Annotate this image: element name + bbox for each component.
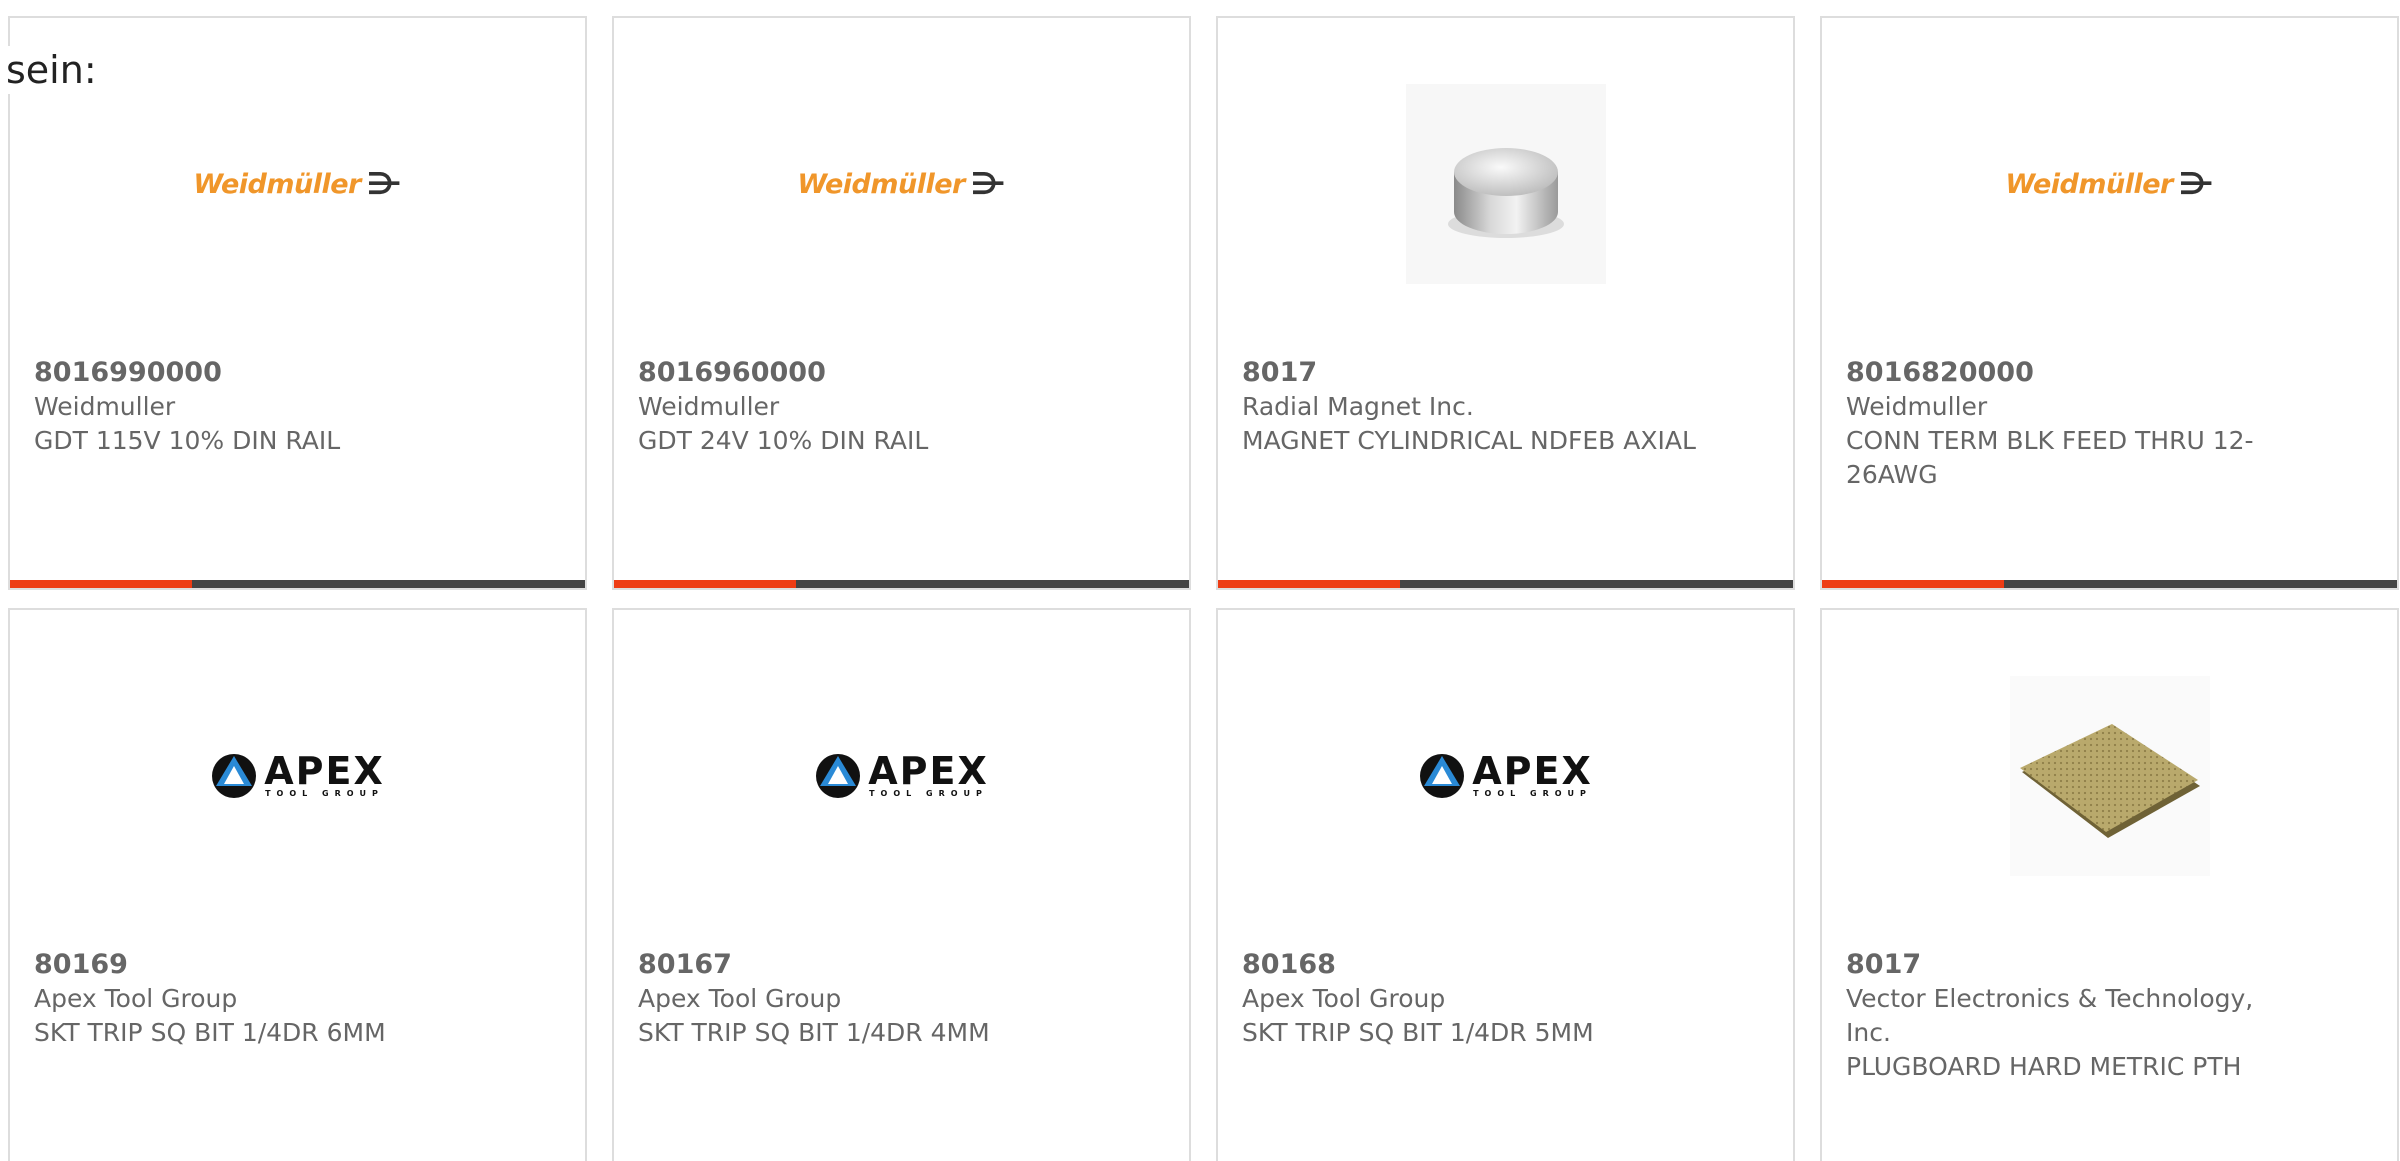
- intro-text: sein:: [6, 46, 101, 94]
- card-bar-accent: [10, 580, 192, 588]
- weidmuller-logo: Weidmüller ⋺: [2005, 167, 2213, 202]
- weidmuller-logo: Weidmüller ⋺: [193, 167, 401, 202]
- product-info: 80167 Apex Tool Group SKT TRIP SQ BIT 1/…: [638, 948, 1098, 1050]
- product-description: SKT TRIP SQ BIT 1/4DR 4MM: [638, 1018, 990, 1047]
- product-image[interactable]: [1405, 84, 1606, 284]
- product-info: 80169 Apex Tool Group SKT TRIP SQ BIT 1/…: [34, 948, 494, 1050]
- product-description: SKT TRIP SQ BIT 1/4DR 6MM: [34, 1018, 386, 1047]
- product-card[interactable]: APEX TOOL GROUP 80169 Apex Tool Group SK…: [8, 608, 587, 1161]
- product-card[interactable]: APEX TOOL GROUP 80168 Apex Tool Group SK…: [1216, 608, 1795, 1161]
- card-bar: [1822, 580, 2397, 588]
- card-bar-accent: [1218, 580, 1400, 588]
- card-bar: [614, 580, 1189, 588]
- product-info: 8016990000 Weidmuller GDT 115V 10% DIN R…: [34, 356, 494, 458]
- product-card[interactable]: Weidmüller ⋺ 8016990000 Weidmuller GDT 1…: [8, 16, 587, 590]
- weidmuller-logo-text: Weidmüller: [797, 168, 965, 200]
- product-image[interactable]: APEX TOOL GROUP: [198, 676, 398, 876]
- part-number[interactable]: 8016960000: [638, 356, 1098, 390]
- product-card[interactable]: 8017 Vector Electronics & Technology, In…: [1820, 608, 2399, 1161]
- part-number[interactable]: 80167: [638, 948, 1098, 982]
- apex-logo-text: APEX: [1472, 749, 1593, 793]
- product-image[interactable]: Weidmüller ⋺: [193, 84, 401, 284]
- product-info: 8017 Radial Magnet Inc. MAGNET CYLINDRIC…: [1242, 356, 1702, 458]
- apex-logo: APEX TOOL GROUP: [814, 752, 989, 800]
- apex-emblem-icon: [212, 754, 257, 798]
- apex-emblem-icon: [816, 754, 861, 798]
- apex-logo-text: APEX: [264, 749, 385, 793]
- manufacturer-name: Vector Electronics & Technology, Inc.: [1846, 984, 2254, 1047]
- product-description: GDT 115V 10% DIN RAIL: [34, 426, 341, 455]
- apex-logo-text: APEX: [868, 749, 989, 793]
- product-image[interactable]: APEX TOOL GROUP: [802, 676, 1002, 876]
- plugboard-photo: [2009, 676, 2210, 876]
- card-bar-accent: [1822, 580, 2004, 588]
- part-number[interactable]: 8017: [1846, 948, 2306, 982]
- card-bar: [10, 580, 585, 588]
- weidmuller-logo-text: Weidmüller: [193, 168, 361, 200]
- product-card[interactable]: 8017 Radial Magnet Inc. MAGNET CYLINDRIC…: [1216, 16, 1795, 590]
- weidmuller-mark-icon: ⋺: [970, 166, 1006, 202]
- product-card[interactable]: APEX TOOL GROUP 80167 Apex Tool Group SK…: [612, 608, 1191, 1161]
- part-number[interactable]: 80169: [34, 948, 494, 982]
- product-description: PLUGBOARD HARD METRIC PTH: [1846, 1052, 2242, 1081]
- manufacturer-name: Weidmuller: [34, 392, 176, 421]
- product-info: 80168 Apex Tool Group SKT TRIP SQ BIT 1/…: [1242, 948, 1702, 1050]
- manufacturer-name: Apex Tool Group: [34, 984, 238, 1013]
- product-description: CONN TERM BLK FEED THRU 12-26AWG: [1846, 426, 2254, 489]
- part-number[interactable]: 8016820000: [1846, 356, 2306, 390]
- part-number[interactable]: 8016990000: [34, 356, 494, 390]
- product-info: 8017 Vector Electronics & Technology, In…: [1846, 948, 2306, 1084]
- manufacturer-name: Radial Magnet Inc.: [1242, 392, 1474, 421]
- product-card[interactable]: Weidmüller ⋺ 8016960000 Weidmuller GDT 2…: [612, 16, 1191, 590]
- product-info: 8016960000 Weidmuller GDT 24V 10% DIN RA…: [638, 356, 1098, 458]
- product-image[interactable]: APEX TOOL GROUP: [1406, 676, 1606, 876]
- card-bar-accent: [614, 580, 796, 588]
- product-grid: Weidmüller ⋺ 8016990000 Weidmuller GDT 1…: [8, 16, 2399, 1161]
- part-number[interactable]: 8017: [1242, 356, 1702, 390]
- apex-emblem-icon: [1420, 754, 1465, 798]
- apex-logo-subtext: TOOL GROUP: [1473, 789, 1592, 798]
- magnet-photo: [1405, 84, 1606, 284]
- weidmuller-logo-text: Weidmüller: [2005, 168, 2173, 200]
- manufacturer-name: Weidmuller: [638, 392, 780, 421]
- card-bar: [1218, 580, 1793, 588]
- product-card[interactable]: Weidmüller ⋺ 8016820000 Weidmuller CONN …: [1820, 16, 2399, 590]
- weidmuller-mark-icon: ⋺: [366, 166, 402, 202]
- manufacturer-name: Weidmuller: [1846, 392, 1988, 421]
- apex-logo: APEX TOOL GROUP: [1418, 752, 1593, 800]
- weidmuller-mark-icon: ⋺: [2178, 166, 2214, 202]
- apex-logo-subtext: TOOL GROUP: [265, 789, 384, 798]
- product-image[interactable]: [2009, 676, 2210, 876]
- manufacturer-name: Apex Tool Group: [638, 984, 842, 1013]
- apex-logo-subtext: TOOL GROUP: [869, 789, 988, 798]
- product-info: 8016820000 Weidmuller CONN TERM BLK FEED…: [1846, 356, 2306, 492]
- product-description: GDT 24V 10% DIN RAIL: [638, 426, 929, 455]
- apex-logo: APEX TOOL GROUP: [210, 752, 385, 800]
- manufacturer-name: Apex Tool Group: [1242, 984, 1446, 1013]
- product-image[interactable]: Weidmüller ⋺: [797, 84, 1005, 284]
- weidmuller-logo: Weidmüller ⋺: [797, 167, 1005, 202]
- product-description: MAGNET CYLINDRICAL NDFEB AXIAL: [1242, 426, 1696, 455]
- part-number[interactable]: 80168: [1242, 948, 1702, 982]
- product-description: SKT TRIP SQ BIT 1/4DR 5MM: [1242, 1018, 1594, 1047]
- product-image[interactable]: Weidmüller ⋺: [2005, 84, 2213, 284]
